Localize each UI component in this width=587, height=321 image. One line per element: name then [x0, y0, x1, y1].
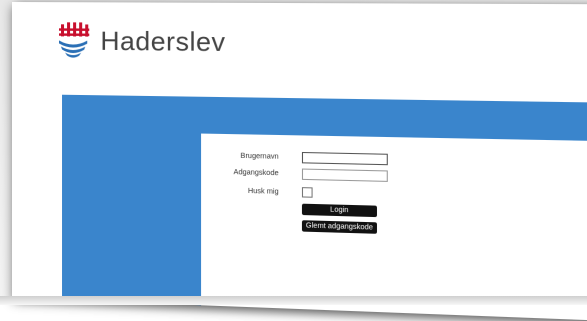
forgot-password-button[interactable]: Glemt adgangskode: [301, 220, 377, 234]
remember-row: Husk mig: [201, 185, 313, 198]
reflection: [0, 296, 587, 305]
username-input[interactable]: [301, 151, 388, 166]
haderslev-crest-icon: [58, 22, 89, 58]
remember-label: Husk mig: [247, 187, 279, 196]
password-row: Adgangskode: [201, 166, 388, 182]
header: Haderslev: [56, 18, 226, 64]
login-page: Haderslev Brugernavn Adgangskode Husk mi…: [12, 2, 587, 321]
username-label: Brugernavn: [240, 152, 279, 161]
remember-checkbox[interactable]: [301, 187, 313, 198]
username-row: Brugernavn: [201, 150, 388, 166]
password-input[interactable]: [301, 168, 388, 182]
login-panel: Brugernavn Adgangskode Husk mig Login Gl…: [201, 133, 587, 321]
brand-name: Haderslev: [100, 25, 226, 57]
login-button[interactable]: Login: [301, 203, 377, 218]
password-label: Adgangskode: [233, 169, 279, 178]
